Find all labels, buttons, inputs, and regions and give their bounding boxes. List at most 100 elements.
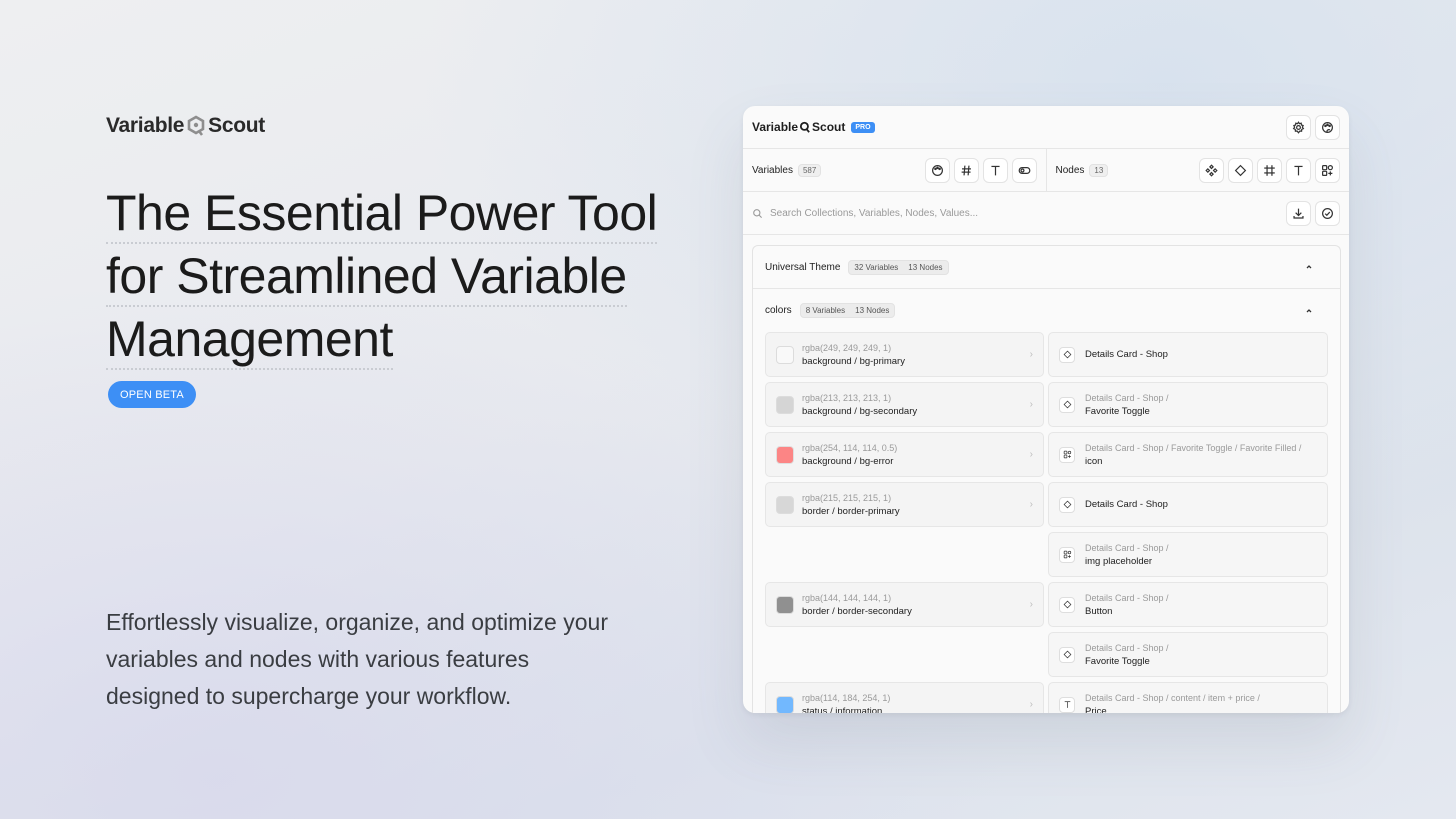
hash-icon	[961, 165, 971, 175]
node-text: Details Card - Shop / Favorite Toggle	[1085, 393, 1169, 417]
chevron-right-icon[interactable]: ›	[1030, 599, 1033, 610]
variable-card[interactable]: rgba(254, 114, 114, 0.5) background / bg-…	[765, 432, 1044, 477]
variables-tab[interactable]: Variables 587	[743, 149, 1046, 191]
variable-card[interactable]: rgba(144, 144, 144, 1) border / border-se…	[765, 582, 1044, 627]
node-card[interactable]: Details Card - Shop / Favorite Toggle	[1048, 632, 1328, 677]
brand-left: Variable	[106, 114, 185, 137]
node-card[interactable]: Details Card - Shop / content / item + p…	[1048, 682, 1328, 713]
hero-description: Effortlessly visualize, organize, and op…	[106, 609, 608, 709]
chevron-right-icon[interactable]: ›	[1030, 699, 1033, 710]
variable-name: border / border-primary	[802, 505, 900, 517]
node-path: Details Card - Shop /	[1085, 392, 1169, 403]
variable-value: rgba(144, 144, 144, 1)	[802, 592, 892, 603]
variable-text: rgba(114, 184, 254, 1) status / informati…	[802, 693, 1030, 714]
open-beta-badge[interactable]: OPEN BETA	[108, 381, 196, 408]
check-circle-icon	[1322, 207, 1333, 219]
node-name: Details Card - Shop	[1085, 499, 1168, 510]
palette-icon	[931, 164, 943, 176]
chevron-right-icon[interactable]: ›	[1030, 349, 1033, 360]
variable-node-rows: rgba(249, 249, 249, 1) background / bg-pr…	[753, 332, 1340, 713]
node-path: Details Card - Shop /	[1085, 542, 1169, 553]
chevron-right-icon[interactable]: ›	[1030, 499, 1033, 510]
color-swatch	[776, 495, 794, 514]
component-icon	[1059, 496, 1075, 513]
chevron-up-icon[interactable]	[1304, 306, 1314, 316]
collection-node-count: 13 Nodes	[908, 262, 943, 272]
table-row: rgba(213, 213, 213, 1) background / bg-se…	[765, 382, 1328, 427]
variables-count-badge: 587	[797, 163, 822, 177]
brand-logo: Variable Scout	[106, 114, 265, 138]
variable-value: rgba(215, 215, 215, 1)	[802, 492, 892, 503]
empty-cell	[765, 532, 1044, 577]
variable-value: rgba(114, 184, 254, 1)	[802, 692, 891, 703]
search-input[interactable]	[770, 207, 1282, 219]
node-text: Details Card - Shop	[1085, 499, 1168, 510]
chevron-right-icon[interactable]: ›	[1030, 399, 1033, 410]
tab-bar: Variables 587 Nodes 13	[743, 149, 1349, 192]
filter-group-button[interactable]	[1315, 157, 1340, 183]
node-text: Details Card - Shop / Button	[1085, 593, 1169, 617]
group-variable-count: 8 Variables	[805, 306, 846, 315]
filter-color-button[interactable]	[924, 157, 950, 183]
hero-title: The Essential Power Tool for Streamlined…	[106, 182, 666, 371]
variable-card[interactable]: rgba(213, 213, 213, 1) background / bg-se…	[765, 382, 1044, 427]
variable-card[interactable]: rgba(249, 249, 249, 1) background / bg-pr…	[765, 332, 1044, 377]
shapes-icon	[1322, 164, 1333, 176]
node-card[interactable]: Details Card - Shop / Button	[1048, 582, 1328, 627]
filter-string-button[interactable]	[982, 157, 1008, 183]
filter-component-set-button[interactable]	[1199, 157, 1224, 183]
variable-card[interactable]: rgba(114, 184, 254, 1) status / informati…	[765, 682, 1044, 713]
brand-right: Scout	[208, 114, 265, 137]
group-header[interactable]: colors 8 Variables 13 Nodes	[753, 289, 1340, 332]
node-name: Details Card - Shop	[1085, 349, 1168, 360]
chevron-right-icon[interactable]: ›	[1030, 449, 1033, 460]
chevron-up-icon[interactable]	[1304, 262, 1314, 272]
color-swatch	[776, 345, 794, 364]
node-card[interactable]: Details Card - Shop / Favorite Toggle	[1048, 382, 1328, 427]
filter-number-button[interactable]	[953, 157, 979, 183]
variable-name: border / border-secondary	[802, 605, 912, 617]
table-row: rgba(144, 144, 144, 1) border / border-se…	[765, 582, 1328, 627]
filter-instance-button[interactable]	[1228, 157, 1253, 183]
plugin-brand-left: Variable	[752, 120, 799, 134]
text-icon	[990, 165, 1000, 175]
collection-header[interactable]: Universal Theme 32 Variables 13 Nodes	[753, 246, 1340, 289]
collection-stats: 32 Variables 13 Nodes	[848, 259, 949, 275]
group-icon	[1059, 546, 1075, 563]
variable-text: rgba(144, 144, 144, 1) border / border-se…	[802, 593, 1030, 617]
node-text: Details Card - Shop / content / item + p…	[1085, 693, 1260, 714]
results-list: Universal Theme 32 Variables 13 Nodes co…	[752, 245, 1341, 713]
nodes-tab[interactable]: Nodes 13	[1045, 149, 1350, 191]
node-card[interactable]: Details Card - Shop / Favorite Toggle / …	[1048, 432, 1328, 477]
color-swatch	[776, 695, 794, 713]
group-stats: 8 Variables 13 Nodes	[799, 303, 896, 318]
export-button[interactable]	[1286, 200, 1311, 226]
node-path: Details Card - Shop /	[1085, 642, 1169, 653]
palette-icon	[1322, 121, 1333, 133]
variable-text: rgba(254, 114, 114, 0.5) background / bg-…	[802, 443, 1030, 467]
collection-name: Universal Theme	[765, 261, 841, 273]
variable-card[interactable]: rgba(215, 215, 215, 1) border / border-pr…	[765, 482, 1044, 527]
filter-text-button[interactable]	[1286, 157, 1311, 183]
group-node-count: 13 Nodes	[855, 306, 890, 315]
plugin-window: Variable Scout PRO Variables 587 Nodes 1…	[743, 106, 1349, 713]
variable-name: background / bg-secondary	[802, 405, 918, 417]
variable-text: rgba(249, 249, 249, 1) background / bg-pr…	[802, 343, 1030, 367]
select-all-button[interactable]	[1315, 200, 1340, 226]
filter-boolean-button[interactable]	[1011, 157, 1037, 183]
node-card[interactable]: Details Card - Shop	[1048, 482, 1328, 527]
variable-name: background / bg-primary	[802, 355, 905, 367]
component-icon	[1059, 346, 1075, 363]
node-path: Details Card - Shop /	[1085, 592, 1169, 603]
search-icon	[753, 208, 763, 218]
settings-button[interactable]	[1286, 114, 1311, 140]
node-card[interactable]: Details Card - Shop	[1048, 332, 1328, 377]
node-path: Details Card - Shop / Favorite Toggle / …	[1085, 442, 1302, 453]
node-card[interactable]: Details Card - Shop / img placeholder	[1048, 532, 1328, 577]
filter-frame-button[interactable]	[1257, 157, 1282, 183]
component-icon	[1059, 396, 1075, 413]
theme-button[interactable]	[1315, 114, 1340, 140]
table-row: rgba(215, 215, 215, 1) border / border-pr…	[765, 482, 1328, 527]
pro-badge: PRO	[851, 121, 875, 133]
collection-variable-count: 32 Variables	[854, 262, 899, 272]
